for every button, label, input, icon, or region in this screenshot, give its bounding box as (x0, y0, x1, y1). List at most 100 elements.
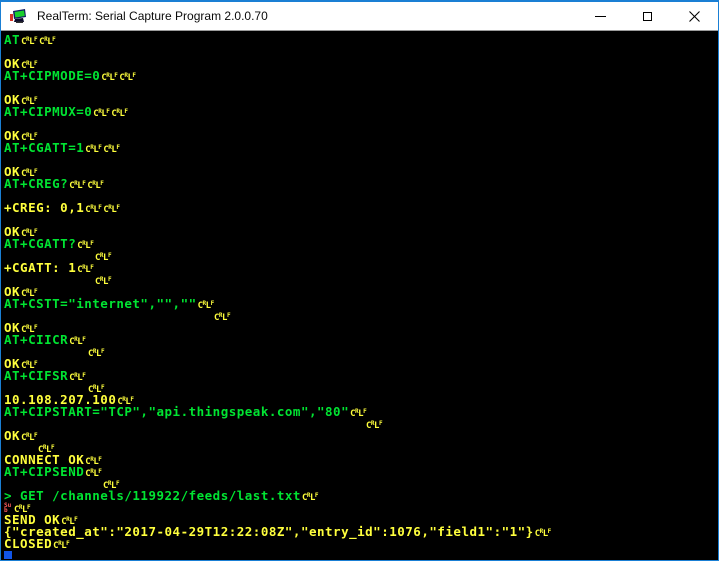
crlf-marker: CRLF (69, 176, 85, 191)
crlf-char: R (26, 324, 29, 331)
maximize-button[interactable] (624, 2, 671, 30)
titlebar[interactable]: RealTerm: Serial Capture Program 2.0.0.7… (1, 2, 718, 31)
terminal-text: AT+CIFSR (4, 368, 68, 383)
crlf-char: F (548, 528, 551, 535)
crlf-char: R (82, 264, 85, 271)
terminal-line: OKCRLF (2, 322, 717, 334)
crlf-char: R (26, 36, 29, 43)
crlf-char: F (34, 324, 37, 331)
crlf-char: F (66, 540, 69, 547)
terminal-line: AT+CIPMODE=0CRLFCRLF (2, 70, 717, 82)
crlf-marker: CRLF (103, 200, 119, 215)
crlf-char: F (34, 288, 37, 295)
crlf-char: R (26, 288, 29, 295)
crlf-char: F (116, 480, 119, 487)
crlf-marker: CRLF (302, 488, 318, 503)
crlf-char: R (44, 36, 47, 43)
terminal-line: SubCRLF (2, 502, 717, 514)
crlf-char: R (26, 168, 29, 175)
cursor-block (4, 551, 12, 559)
crlf-char: R (108, 144, 111, 151)
crlf-char: F (363, 408, 366, 415)
crlf-char: F (101, 384, 104, 391)
crlf-char: F (34, 96, 37, 103)
crlf-char: R (124, 72, 127, 79)
crlf-char: C (535, 529, 540, 539)
crlf-marker: CRLF (77, 236, 93, 251)
crlf-marker: CRLF (198, 296, 214, 311)
crlf-char: F (34, 132, 37, 139)
crlf-char: R (90, 456, 93, 463)
terminal-text: {"created_at":"2017-04-29T12:22:08Z","en… (4, 524, 534, 539)
crlf-char: R (108, 480, 111, 487)
crlf-char: F (34, 36, 37, 43)
crlf-char: F (100, 180, 103, 187)
terminal-line (2, 214, 717, 226)
crlf-marker: CRLF (21, 428, 37, 443)
terminal-line: CONNECT OKCRLF (2, 454, 717, 466)
crlf-char: F (82, 180, 85, 187)
crlf-char: F (82, 336, 85, 343)
terminal-text: AT+CGATT=1 (4, 140, 84, 155)
terminal-line: AT+CSTT="internet","",""CRLF (2, 298, 717, 310)
terminal-line: CRLF (2, 346, 717, 358)
terminal-line: AT+CREG?CRLFCRLF (2, 178, 717, 190)
crlf-char: F (98, 144, 101, 151)
crlf-marker: CRLF (69, 332, 85, 347)
terminal-line: CRLF (2, 250, 717, 262)
crlf-char: F (108, 252, 111, 259)
terminal-line: +CREG: 0,1CRLFCRLF (2, 202, 717, 214)
terminal-line: OKCRLF (2, 430, 717, 442)
crlf-char: R (98, 108, 101, 115)
crlf-char: F (130, 396, 133, 403)
terminal-text: +CGATT: 1 (4, 260, 76, 275)
crlf-marker: CRLF (535, 524, 551, 539)
crlf-char: R (90, 468, 93, 475)
crlf-char: F (211, 300, 214, 307)
window-title: RealTerm: Serial Capture Program 2.0.0.7… (37, 9, 268, 23)
terminal-text: AT+CGATT? (4, 236, 76, 251)
realterm-window: RealTerm: Serial Capture Program 2.0.0.7… (0, 0, 719, 561)
crlf-marker: CRLF (119, 68, 135, 83)
terminal-text: > GET /channels/119922/feeds/last.txt (4, 488, 301, 503)
crlf-char: R (93, 348, 96, 355)
crlf-char: F (34, 432, 37, 439)
terminal-line (2, 118, 717, 130)
crlf-char: R (66, 516, 69, 523)
indent-spacer (4, 427, 365, 428)
terminal-display[interactable]: ATCRLFCRLFOKCRLFAT+CIPMODE=0CRLFCRLFOKCR… (2, 33, 717, 559)
crlf-char: R (108, 204, 111, 211)
realterm-app-icon[interactable] (10, 8, 27, 24)
crlf-marker: CRLF (85, 464, 101, 479)
crlf-marker: CRLF (93, 104, 109, 119)
crlf-char: R (26, 96, 29, 103)
crlf-char: R (116, 108, 119, 115)
crlf-marker: CRLF (101, 68, 117, 83)
crlf-char: F (101, 348, 104, 355)
crlf-marker: CRLF (87, 176, 103, 191)
crlf-marker: CRLF (214, 308, 230, 323)
terminal-text: AT (4, 33, 20, 47)
terminal-text: AT+CIPSEND (4, 464, 84, 479)
terminal-line: AT+CIFSRCRLF (2, 370, 717, 382)
crlf-char: R (90, 204, 93, 211)
terminal-line: CRLF (2, 274, 717, 286)
terminal-line (2, 46, 717, 58)
crlf-char: F (34, 228, 37, 235)
crlf-char: R (74, 336, 77, 343)
window-controls (577, 2, 718, 30)
crlf-char: F (116, 204, 119, 211)
crlf-marker: CRLF (88, 344, 104, 359)
crlf-char: R (203, 300, 206, 307)
crlf-char: F (227, 312, 230, 319)
crlf-char: F (124, 108, 127, 115)
terminal-text: AT+CREG? (4, 176, 68, 191)
crlf-char: F (98, 468, 101, 475)
crlf-char: R (122, 396, 125, 403)
terminal-line: ATCRLFCRLF (2, 34, 717, 46)
close-button[interactable] (671, 2, 718, 30)
minimize-button[interactable] (577, 2, 624, 30)
crlf-char: F (379, 420, 382, 427)
terminal-line: AT+CIPSTART="TCP","api.thingspeak.com","… (2, 406, 717, 418)
crlf-marker: CRLF (69, 368, 85, 383)
